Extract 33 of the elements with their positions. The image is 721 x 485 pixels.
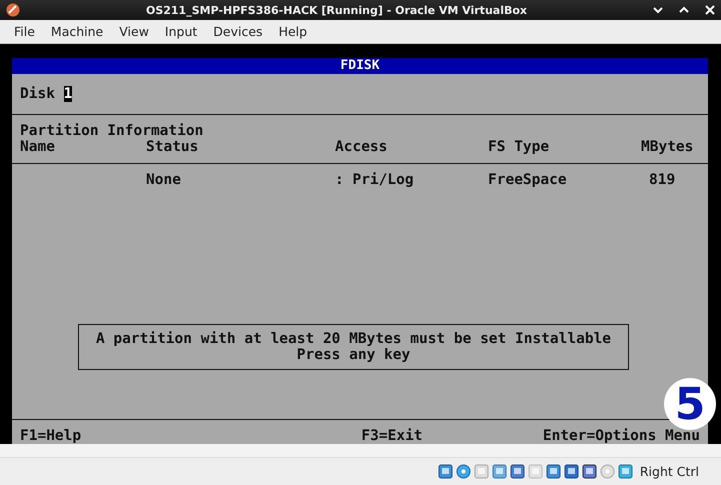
minimize-icon[interactable] — [653, 6, 663, 14]
maximize-icon[interactable] — [679, 6, 689, 14]
fdisk-header: FDISK — [12, 58, 708, 74]
column-header: Access — [335, 139, 388, 155]
table-cell-text: FreeSpace — [488, 172, 568, 188]
column-header: Name — [20, 139, 56, 155]
table-cell-text: None — [146, 172, 182, 188]
message-text: A partition with at least 20 MBytes must be set Installable — [96, 331, 612, 347]
optical-disc-icon[interactable] — [456, 464, 471, 479]
horizontal-scrollbar[interactable] — [0, 444, 721, 458]
column-header: FS Type — [488, 139, 550, 155]
function-key-hint: F3=Exit — [361, 428, 423, 444]
table-cell-text: 819 — [649, 172, 676, 188]
menu-item[interactable]: File — [6, 24, 43, 39]
disk-number: 1 — [64, 86, 72, 102]
menu-item[interactable]: View — [111, 24, 157, 39]
app-logo-icon — [6, 3, 20, 17]
message-text: Press any key — [296, 347, 410, 363]
host-key-label: Right Ctrl — [640, 464, 699, 479]
menu-item[interactable]: Machine — [42, 24, 112, 39]
menu-item[interactable]: Input — [156, 24, 206, 39]
close-icon[interactable] — [705, 5, 715, 15]
disk-label: Disk — [20, 86, 56, 102]
table-cell-text: : Pri/Log — [335, 172, 415, 188]
column-header: MBytes — [641, 139, 694, 155]
step-badge: 5 — [664, 378, 716, 430]
function-key-hint: F1=Help — [20, 428, 82, 444]
function-key-hint: Enter=Options Menu — [542, 428, 700, 444]
menu-item[interactable]: Devices — [205, 24, 271, 39]
section-title: Partition Information — [20, 123, 204, 139]
column-header: Status — [146, 139, 200, 155]
window-title: OS211_SMP-HPFS386-HACK [Running] - Oracle VM VirtualBox — [144, 4, 528, 16]
menu-item[interactable]: Help — [270, 24, 316, 39]
